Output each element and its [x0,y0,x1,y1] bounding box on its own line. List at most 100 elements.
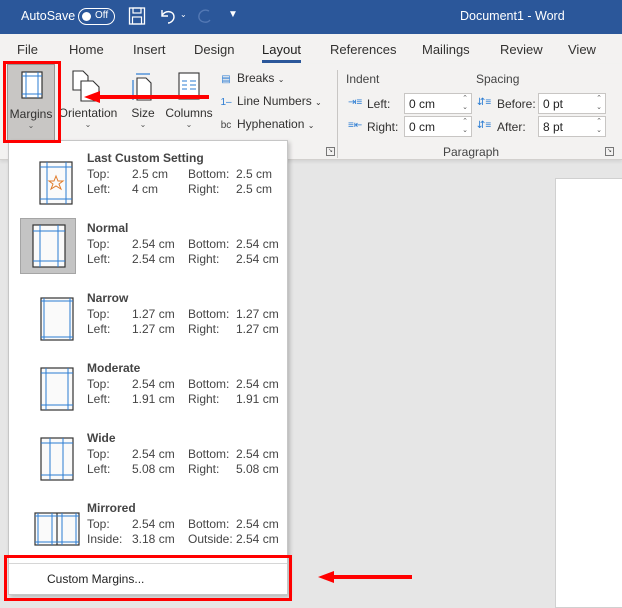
paragraph-launcher-icon[interactable]: ↘ [605,147,614,156]
margin-option-mirrored[interactable]: Mirrored Top: 2.54 cm Bottom: 2.54 cm In… [9,493,287,563]
option-key: Top: [87,307,110,321]
margin-option-last-custom[interactable]: Last Custom Setting Top: 2.5 cm Bottom: … [9,143,287,213]
option-value: 2.54 cm [236,252,279,266]
autosave-label: AutoSave [21,9,76,23]
customize-qat-icon[interactable]: ▼ [228,9,238,20]
spin-arrows-icon[interactable]: ⌃ ⌄ [462,117,468,135]
line-numbers-icon: 1– [220,97,232,108]
custom-margins-item[interactable]: Custom Margins... [47,572,144,586]
paragraph-group-label: Paragraph [443,145,500,159]
margin-option-normal[interactable]: Normal Top: 2.54 cm Bottom: 2.54 cm Left… [9,213,287,283]
group-divider [337,70,338,158]
hyphenation-button[interactable]: bc Hyphenation ⌄ [218,117,315,131]
tab-view[interactable]: View [568,42,596,57]
indent-left-icon: ⇥≡ [348,97,363,108]
tab-references[interactable]: References [330,42,396,57]
option-value: 2.54 cm [236,532,279,546]
option-name: Moderate [87,361,141,375]
thumbnail-frame [20,218,76,274]
columns-button[interactable]: Columns ⌄ [163,64,215,141]
option-value: 1.27 cm [132,322,175,336]
thumbnail-frame [20,428,76,484]
spacing-after-icon: ⇵≡ [477,120,492,131]
redo-icon [198,9,211,23]
option-name: Last Custom Setting [87,151,204,165]
option-key: Bottom: [188,517,230,531]
option-value: 1.27 cm [132,307,175,321]
moderate-margins-icon [40,367,74,411]
option-name: Narrow [87,291,129,305]
hyphenation-label: Hyphenation [237,117,305,131]
chevron-down-icon: ⌄ [277,75,285,84]
option-key: Left: [87,182,111,196]
tab-design[interactable]: Design [194,42,234,57]
option-value: 2.54 cm [236,377,279,391]
size-button[interactable]: Size ⌄ [124,64,162,141]
indent-left-label: Left: [367,97,391,111]
option-key: Left: [87,252,111,266]
size-label: Size [131,106,155,120]
option-value: 1.27 cm [236,322,279,336]
option-value: 2.5 cm [236,182,273,196]
chevron-down-icon: ⌄ [27,121,35,130]
ribbon-tabs: File Home Insert Design Layout Reference… [0,34,622,64]
option-key: Bottom: [188,237,230,251]
option-name: Normal [87,221,129,235]
autosave-toggle[interactable]: Off [78,8,115,25]
line-numbers-button[interactable]: 1– Line Numbers ⌄ [218,94,321,108]
option-key: Bottom: [188,377,230,391]
hyphenation-icon: bc [220,120,232,131]
chevron-down-icon: ⌄ [84,120,92,129]
option-key: Top: [87,237,110,251]
annotation-arrow-head-icon [84,91,100,103]
document-page[interactable] [555,178,622,608]
spin-arrows-icon[interactable]: ⌃ ⌄ [462,94,468,112]
indent-left-value: 0 cm [409,97,436,111]
option-value: 2.54 cm [132,237,175,251]
margins-label: Margins [9,107,53,121]
spin-arrows-icon[interactable]: ⌃ ⌄ [596,117,602,135]
option-key: Top: [87,377,110,391]
undo-dropdown-icon[interactable]: ⌄ [180,10,187,19]
margin-option-narrow[interactable]: Narrow Top: 1.27 cm Bottom: 1.27 cm Left… [9,283,287,353]
page-setup-launcher-icon[interactable]: ↘ [326,147,335,156]
tab-home[interactable]: Home [69,42,104,57]
option-key: Outside: [188,532,233,546]
chevron-down-icon: ⌄ [139,120,147,129]
wide-margins-icon [40,437,74,481]
spacing-before-input[interactable]: 0 pt ⌃ ⌄ [538,93,606,114]
option-value: 2.5 cm [132,167,169,181]
spacing-after-input[interactable]: 8 pt ⌃ ⌄ [538,116,606,137]
annotation-arrow-line [330,575,412,579]
undo-icon[interactable] [158,6,178,26]
thumbnail-frame [20,498,80,554]
indent-right-input[interactable]: 0 cm ⌃ ⌄ [404,116,472,137]
margins-button[interactable]: Margins ⌄ [7,64,55,141]
indent-right-icon: ≡⇤ [348,120,363,131]
indent-right-value: 0 cm [409,120,436,134]
breaks-button[interactable]: ▤ Breaks ⌄ [218,71,284,85]
spacing-heading: Spacing [476,72,520,86]
tab-layout[interactable]: Layout [262,42,302,63]
margin-option-wide[interactable]: Wide Top: 2.54 cm Bottom: 2.54 cm Left: … [9,423,287,493]
annotation-arrow-head-icon [318,571,334,583]
thumbnail-frame [20,288,76,344]
narrow-margins-icon [40,297,74,341]
spin-arrows-icon[interactable]: ⌃ ⌄ [596,94,602,112]
option-value: 2.54 cm [236,517,279,531]
option-key: Right: [188,392,220,406]
tab-mailings[interactable]: Mailings [422,42,470,57]
option-key: Right: [188,462,220,476]
option-value: 2.54 cm [132,447,175,461]
tab-file[interactable]: File [17,42,38,57]
tab-review[interactable]: Review [500,42,543,57]
option-key: Left: [87,392,111,406]
indent-left-input[interactable]: 0 cm ⌃ ⌄ [404,93,472,114]
menu-divider [9,563,287,564]
normal-margins-icon [32,224,66,268]
tab-insert[interactable]: Insert [133,42,166,57]
option-value: 2.54 cm [132,517,175,531]
save-icon[interactable] [128,6,146,26]
margin-option-moderate[interactable]: Moderate Top: 2.54 cm Bottom: 2.54 cm Le… [9,353,287,423]
title-bar: AutoSave Off ⌄ ▼ Document1 - Word [0,0,622,34]
